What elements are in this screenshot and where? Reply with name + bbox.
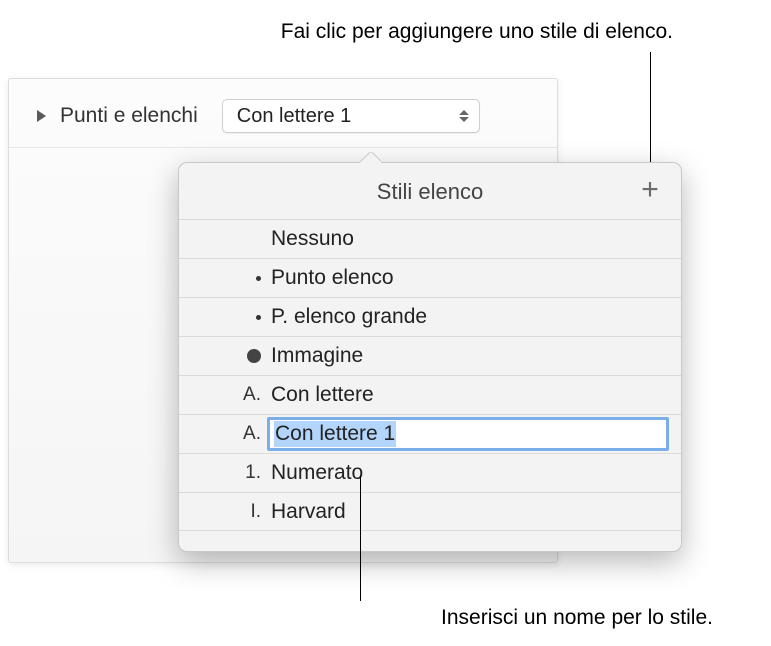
style-name-input[interactable]: Con lettere 1 xyxy=(267,417,669,451)
style-item[interactable]: A.Con lettere xyxy=(179,375,681,414)
popover-arrow-icon xyxy=(359,152,381,163)
style-item-label: Harvard xyxy=(271,500,681,524)
style-name-selection: Con lettere 1 xyxy=(274,421,396,447)
callout-add-style: Fai clic per aggiungere uno stile di ele… xyxy=(281,20,673,44)
style-item[interactable]: Nessuno xyxy=(179,219,681,258)
bullet-marker-icon: I. xyxy=(233,501,271,523)
style-item[interactable]: 1.Numerato xyxy=(179,453,681,492)
popover-title: Stili elenco xyxy=(179,163,681,205)
list-style-dropdown[interactable]: Con lettere 1 xyxy=(222,99,480,133)
style-item-label: P. elenco grande xyxy=(271,305,681,329)
header-label: Punti e elenchi xyxy=(60,104,198,128)
bullet-marker-icon xyxy=(233,315,271,320)
style-item-label: Nessuno xyxy=(271,227,681,251)
style-item-label: Numerato xyxy=(271,461,681,485)
style-item-label: Immagine xyxy=(271,344,681,368)
callout-line-bottom xyxy=(360,476,361,601)
disclosure-triangle-icon[interactable] xyxy=(37,110,46,122)
dropdown-stepper-icon xyxy=(459,110,469,122)
callout-enter-name: Inserisci un nome per lo stile. xyxy=(441,606,713,630)
bullet-marker-icon xyxy=(233,349,271,363)
panel-header: Punti e elenchi Con lettere 1 xyxy=(9,79,557,148)
style-item[interactable]: P. elenco grande xyxy=(179,297,681,336)
style-item[interactable]: Immagine xyxy=(179,336,681,375)
list-styles-popover: Stili elenco + Nessuno Punto elenco P. ele… xyxy=(178,162,682,552)
style-item-label: Punto elenco xyxy=(271,266,681,290)
add-style-button[interactable]: + xyxy=(635,175,665,205)
bullet-marker-icon: 1. xyxy=(233,462,271,484)
style-item[interactable]: A.Con lettere 1 xyxy=(179,414,681,453)
dropdown-selected-value: Con lettere 1 xyxy=(237,105,459,128)
bullet-marker-icon: A. xyxy=(233,423,271,445)
style-item-label: Con lettere xyxy=(271,383,681,407)
bullet-marker-icon xyxy=(233,276,271,281)
style-item[interactable]: I.Harvard xyxy=(179,492,681,531)
style-item[interactable]: Punto elenco xyxy=(179,258,681,297)
bullet-marker-icon: A. xyxy=(233,384,271,406)
style-list: Nessuno Punto elenco P. elenco grande Immag… xyxy=(179,219,681,531)
callout-line-top xyxy=(650,52,651,172)
